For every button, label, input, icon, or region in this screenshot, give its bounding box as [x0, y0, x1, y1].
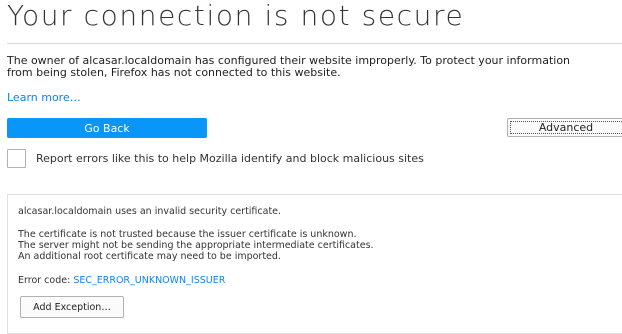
add-exception-button[interactable]: Add Exception…: [20, 296, 124, 318]
certificate-reason: The server might not be sending the appr…: [18, 240, 374, 251]
advanced-button[interactable]: Advanced: [507, 118, 622, 137]
error-code-label: Error code:: [18, 275, 71, 286]
certificate-reason: The certificate is not trusted because t…: [18, 229, 357, 240]
error-description-line: from being stolen, Firefox has not conne…: [7, 66, 341, 79]
error-code-link[interactable]: SEC_ERROR_UNKNOWN_ISSUER: [73, 275, 225, 286]
error-description: The owner of alcasar.localdomain has con…: [7, 55, 622, 79]
error-code-row: Error code: SEC_ERROR_UNKNOWN_ISSUER: [18, 276, 225, 286]
report-errors-row: Report errors like this to help Mozilla …: [7, 148, 424, 168]
title-divider: [7, 43, 622, 44]
advanced-details-panel: alcasar.localdomain uses an invalid secu…: [7, 194, 622, 334]
report-errors-label[interactable]: Report errors like this to help Mozilla …: [36, 152, 424, 165]
report-errors-checkbox[interactable]: [7, 148, 26, 168]
certificate-reason: An additional root certificate may need …: [18, 251, 281, 262]
focus-ring: [510, 121, 622, 134]
learn-more-link[interactable]: Learn more…: [7, 91, 81, 104]
page-title: Your connection is not secure: [7, 0, 465, 32]
certificate-intro: alcasar.localdomain uses an invalid secu…: [18, 206, 282, 217]
go-back-button[interactable]: Go Back: [7, 118, 207, 138]
